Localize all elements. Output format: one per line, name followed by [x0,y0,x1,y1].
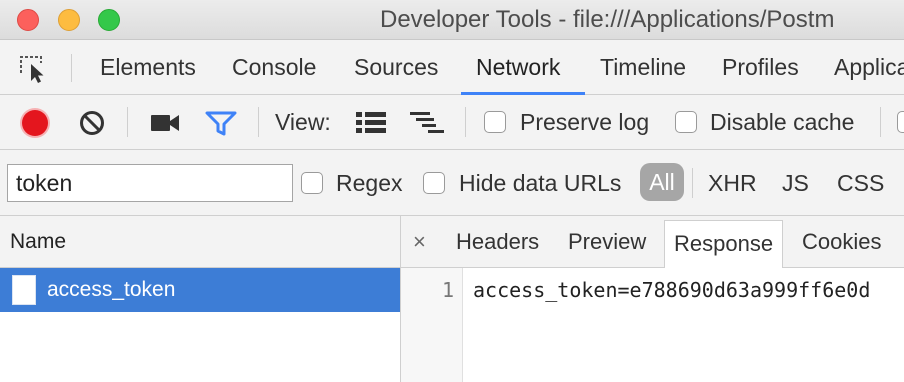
regex-label: Regex [336,170,403,196]
tab-profiles[interactable]: Profiles [722,40,799,95]
tab-preview[interactable]: Preview [568,216,646,268]
tab-headers[interactable]: Headers [456,216,539,268]
hide-data-urls-checkbox[interactable] [423,172,445,194]
line-number: 1 [441,278,454,302]
tab-timeline[interactable]: Timeline [600,40,686,95]
toolbar-divider [127,107,128,137]
window-titlebar: Developer Tools - file:///Applications/P… [0,0,904,40]
tab-console[interactable]: Console [232,40,316,95]
filter-type-css[interactable]: CSS [837,150,884,216]
window-close-button[interactable] [17,9,39,31]
filter-type-xhr[interactable]: XHR [708,150,757,216]
tab-sources[interactable]: Sources [354,40,438,95]
tab-cookies[interactable]: Cookies [802,216,881,268]
detail-tab-bar: × Headers Preview Response Cookies [401,216,904,268]
tab-elements[interactable]: Elements [100,40,196,95]
filter-input[interactable] [7,164,293,202]
filter-type-js[interactable]: JS [782,150,809,216]
main-tab-bar: Elements Console Sources Network Timelin… [0,40,904,95]
preserve-log-checkbox[interactable] [484,111,506,133]
line-number-gutter: 1 [401,268,463,382]
disable-cache-label: Disable cache [710,109,855,135]
request-list: Name access_token [0,216,401,382]
filter-type-all[interactable]: All [640,163,684,201]
document-icon [12,275,36,305]
preserve-log-label: Preserve log [520,109,650,135]
hide-data-urls-label: Hide data URLs [459,170,622,196]
disable-cache-checkbox[interactable] [675,111,697,133]
response-line: access_token=e788690d63a999ff6e0d [473,278,871,302]
close-details-icon[interactable]: × [413,216,426,268]
toolbar-divider [465,107,466,137]
toolbar-divider [258,107,259,137]
clear-icon[interactable] [78,109,106,142]
offline-checkbox[interactable] [897,111,904,133]
tab-network[interactable]: Network [476,40,560,95]
window-minimize-button[interactable] [58,9,80,31]
tabbar-divider [71,54,72,82]
view-label: View: [275,109,331,135]
network-toolbar: View: Preserve log Disable cache [0,95,904,150]
tab-response[interactable]: Response [664,220,784,268]
filter-bar: Regex Hide data URLs XHR JS CSS [0,150,904,216]
request-row[interactable]: access_token [0,268,400,312]
filter-divider [692,168,693,198]
capture-screenshots-icon[interactable] [150,112,180,139]
name-column-header[interactable]: Name [0,216,400,268]
request-details: × Headers Preview Response Cookies 1 acc… [401,216,904,382]
tab-application[interactable]: Applica [834,40,904,95]
filter-icon[interactable] [205,111,237,142]
toolbar-divider [880,107,881,137]
inspect-element-icon[interactable] [18,54,50,84]
waterfall-icon[interactable] [410,111,444,140]
record-button[interactable] [22,110,48,136]
window-title: Developer Tools - file:///Applications/P… [380,6,835,33]
request-name: access_token [47,278,176,301]
large-rows-icon[interactable] [356,111,386,140]
window-zoom-button[interactable] [98,9,120,31]
regex-checkbox[interactable] [301,172,323,194]
